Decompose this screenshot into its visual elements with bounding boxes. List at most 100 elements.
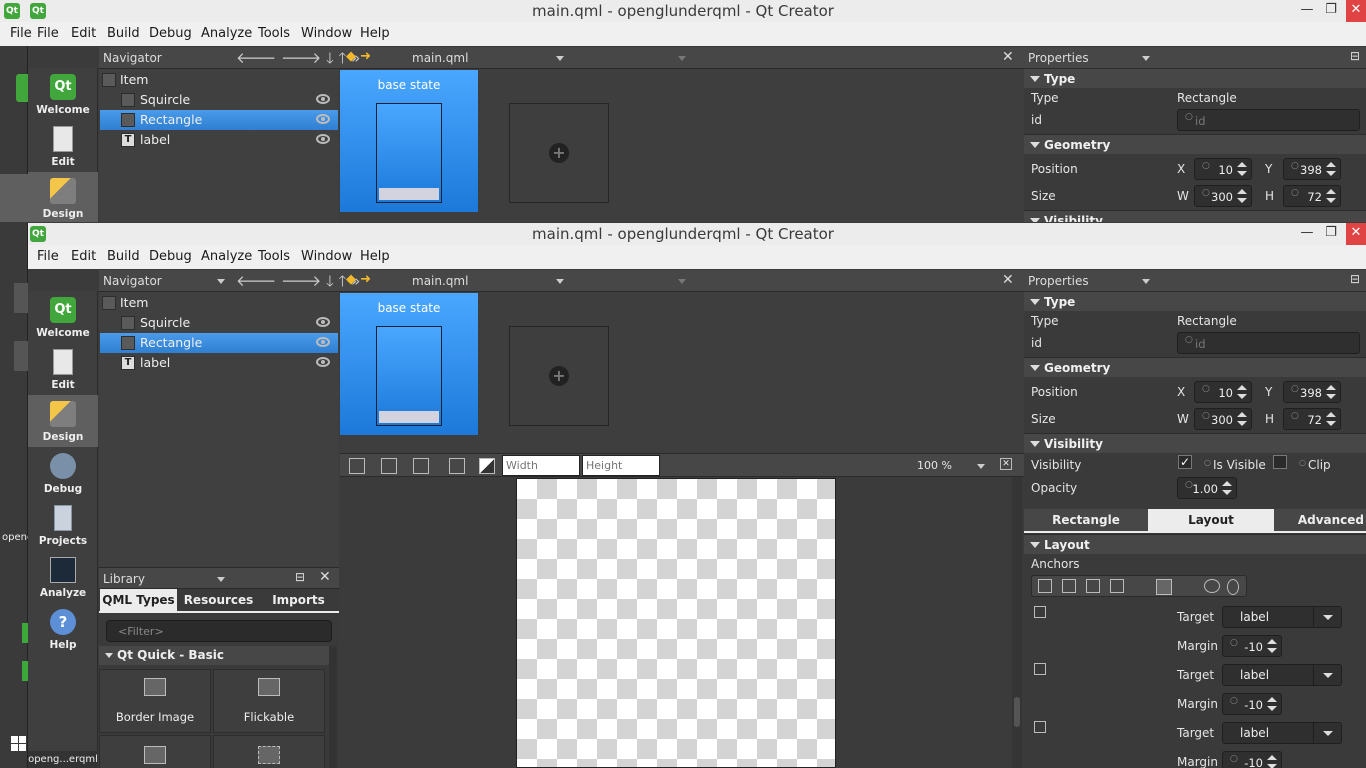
back-arrow-icon[interactable]: ◆ ➜ [346,272,371,287]
chevron-down-icon[interactable] [678,56,686,61]
anchor-bottom-icon[interactable] [1062,579,1076,593]
eye-icon[interactable] [316,94,330,104]
nav-item-item[interactable]: Item [100,70,338,90]
close-editor-icon[interactable]: ✕ [1002,49,1014,65]
chevron-down-icon[interactable] [1142,279,1150,284]
visibility-section[interactable]: Visibility [1024,433,1366,453]
snap-icon[interactable] [381,458,397,474]
width-input[interactable] [502,455,580,476]
split-icon[interactable]: ⊟ [1350,272,1360,286]
anchor-left-icon[interactable] [1086,579,1100,593]
y-spinbox[interactable]: ○ 398 [1283,381,1341,403]
mode-welcome[interactable]: Qt Welcome [28,291,98,343]
type-section[interactable]: Type [1024,291,1366,311]
menu-file[interactable]: File [37,249,59,264]
mode-debug[interactable]: Debug [28,447,98,499]
library-filter-input[interactable]: <Filter> [106,620,332,642]
chevron-down-icon[interactable] [217,577,225,582]
visibility-section[interactable]: Visibility [1024,210,1366,222]
nav-item-rectangle[interactable]: Rectangle [100,333,338,353]
taskbar-app-label[interactable]: openg...erqml [28,751,98,768]
nav-item-label[interactable]: Tlabel [100,130,338,150]
windows-start-icon[interactable] [11,736,27,752]
tab-qml-types[interactable]: QML Types [100,589,177,611]
eye-icon[interactable] [316,114,330,124]
eye-icon[interactable] [316,357,330,367]
eye-icon[interactable] [316,317,330,327]
qt-quick-basic-section[interactable]: Qt Quick - Basic [99,646,329,665]
menu-analyze[interactable]: Analyze [201,249,252,264]
chevron-down-icon[interactable] [556,56,564,61]
mode-projects[interactable]: Projects [28,499,98,551]
mode-analyze[interactable]: Analyze [28,551,98,603]
menu-help[interactable]: Help [360,249,390,264]
menu-tools[interactable]: Tools [258,26,290,41]
menu-file[interactable]: File [37,26,59,41]
geometry-section[interactable]: Geometry [1024,357,1366,377]
chevron-down-icon[interactable] [977,464,985,469]
is-visible-checkbox[interactable]: ✓ [1178,455,1192,469]
nav-item-label[interactable]: Tlabel [100,353,338,373]
reset-view-icon[interactable]: ✕ [1000,458,1012,470]
y-spinbox[interactable]: ○ 398 [1283,158,1341,180]
mode-welcome[interactable]: Qt Welcome [28,68,98,120]
library-item-flickable[interactable]: Flickable [213,669,325,733]
nav-item-item[interactable]: Item [100,293,338,313]
menu-edit[interactable]: Edit [71,26,96,41]
chevron-down-icon[interactable] [556,279,564,284]
menu-debug[interactable]: Debug [149,249,192,264]
base-state-card[interactable]: base state [340,293,478,435]
minimize-button[interactable]: — [1294,223,1320,245]
chevron-down-icon[interactable] [1142,56,1150,61]
mode-edit[interactable]: Edit [28,343,98,395]
mode-design[interactable]: Design [28,395,98,447]
w-spinbox[interactable]: ○ 300 [1194,185,1252,207]
menu-file[interactable]: File [10,26,32,41]
w-spinbox[interactable]: ○ 300 [1194,408,1252,430]
menu-build[interactable]: Build [107,249,140,264]
split-icon[interactable]: ⊟ [1350,49,1360,63]
height-input[interactable] [582,455,660,476]
menu-edit[interactable]: Edit [71,249,96,264]
clip-checkbox[interactable] [1273,455,1287,469]
chevron-down-icon[interactable] [217,279,225,284]
design-canvas[interactable] [516,478,836,768]
anchor-right-icon[interactable] [1110,579,1124,593]
library-scrollbar[interactable] [329,646,337,768]
id-input[interactable]: ○ id [1177,332,1360,354]
maximize-button[interactable]: ❐ [1318,0,1344,22]
margin-spinbox[interactable]: ○ -10 [1222,751,1282,768]
target-combo[interactable]: label [1222,664,1342,686]
h-spinbox[interactable]: ○ 72 [1283,408,1341,430]
library-item[interactable] [213,735,325,768]
binding-dot-icon[interactable]: ○ [1299,458,1306,467]
menu-tools[interactable]: Tools [258,249,290,264]
tab-layout[interactable]: Layout [1148,509,1274,531]
close-button[interactable]: ✕ [1346,0,1366,22]
eye-icon[interactable] [316,134,330,144]
menu-debug[interactable]: Debug [149,26,192,41]
chevron-down-icon[interactable] [678,279,686,284]
no-snap-icon[interactable] [349,458,365,474]
layout-section[interactable]: Layout [1024,534,1366,554]
menu-build[interactable]: Build [107,26,140,41]
close-icon[interactable]: ✕ [319,569,331,585]
tab-imports[interactable]: Imports [260,589,337,611]
base-state-card[interactable]: base state [340,70,478,212]
file-name[interactable]: main.qml [412,51,468,65]
x-spinbox[interactable]: ○ 10 [1194,158,1252,180]
library-item-border-image[interactable]: Border Image [99,669,211,733]
target-combo[interactable]: label [1222,606,1342,628]
menu-window[interactable]: Window [301,249,352,264]
close-button[interactable]: ✕ [1346,223,1366,245]
tab-advanced[interactable]: Advanced [1274,509,1366,531]
type-section[interactable]: Type [1024,68,1366,88]
add-state-button[interactable]: + [509,103,609,203]
library-item[interactable] [99,735,211,768]
mode-edit[interactable]: Edit [28,120,98,172]
x-spinbox[interactable]: ○ 10 [1194,381,1252,403]
h-spinbox[interactable]: ○ 72 [1283,185,1341,207]
opacity-spinbox[interactable]: ○ 1.00 [1177,477,1237,499]
tab-rectangle[interactable]: Rectangle [1024,509,1148,531]
menu-window[interactable]: Window [301,26,352,41]
